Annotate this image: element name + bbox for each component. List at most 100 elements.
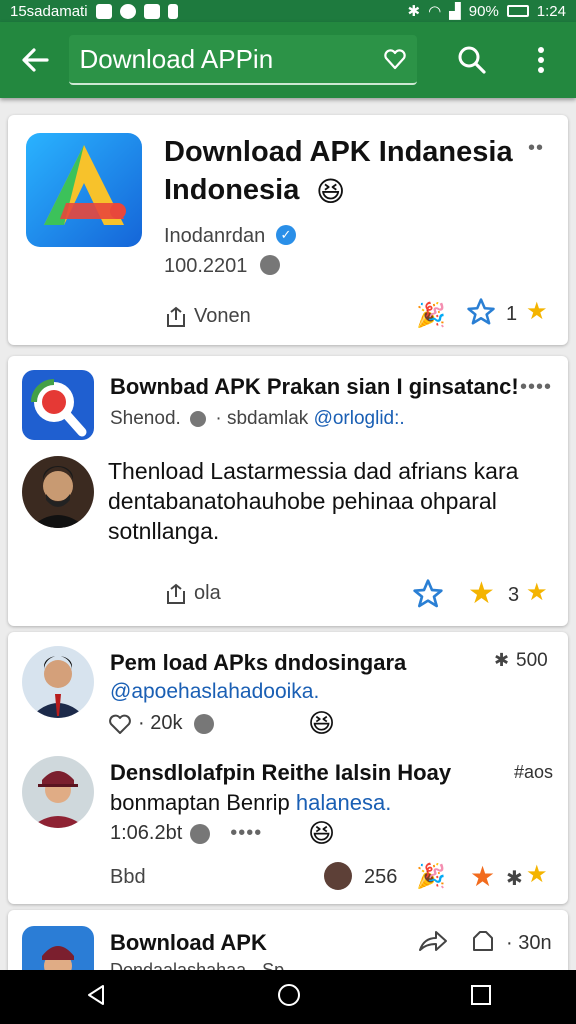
app-number: 100.2201: [164, 255, 248, 277]
triangle-back-icon: [88, 984, 104, 1005]
star-filled-icon[interactable]: ★: [470, 860, 495, 893]
avatar[interactable]: [22, 646, 94, 718]
globe-icon: [260, 255, 280, 275]
search-icon: [458, 46, 486, 74]
emoji-icon[interactable]: 😆: [308, 708, 335, 739]
star-filled-icon: ★: [526, 298, 548, 325]
post-handle[interactable]: @apoehaslahadooika.: [110, 680, 319, 704]
post-menu-icon[interactable]: ••••: [520, 376, 552, 399]
card-menu-icon[interactable]: ••: [528, 137, 544, 160]
forward-icon: [419, 931, 447, 951]
globe-icon: [190, 823, 211, 844]
share-count: · 30n: [506, 932, 552, 954]
post-meta: Shenod. · sbdamlak @orloglid:.: [110, 408, 405, 430]
more-vert-icon: [538, 47, 545, 73]
file-icon: [167, 3, 178, 19]
side-star-icon: ✱: [506, 868, 523, 890]
heart-outline-icon[interactable]: [383, 48, 407, 70]
wifi-icon: ◠: [428, 3, 442, 20]
dots-label: ••••: [230, 822, 263, 844]
sparkle-icon[interactable]: 🎉: [416, 862, 446, 891]
forward-button[interactable]: [418, 928, 448, 959]
meta-handle[interactable]: @orloglid:.: [314, 408, 405, 429]
post-title: Densdlolafpin Reithe Ialsin Hoay: [110, 760, 452, 785]
star-filled-icon[interactable]: ★: [468, 576, 495, 611]
action-label: Vonen: [194, 305, 251, 327]
post-title: Pem load APks dndosingara: [110, 650, 407, 675]
post-title: Bownload APK: [110, 930, 267, 955]
notification-icon: [95, 3, 112, 19]
star-outline-icon: [413, 579, 443, 608]
app-logo-icon[interactable]: [22, 370, 94, 440]
status-bar: 15sadamati ✱ ◠ ▟ 90% 1:24: [0, 0, 576, 22]
signal-icon: ▟: [449, 3, 461, 20]
app-title-line2: Indonesia: [164, 174, 300, 206]
verified-badge-icon: ✓: [276, 225, 296, 245]
like-button[interactable]: · 20k: [108, 712, 215, 735]
battery-percent: 90%: [468, 2, 499, 20]
app-notification-icon: [143, 3, 160, 19]
body-prefix: bonmaptan Benrip: [110, 790, 290, 815]
star-outline-button[interactable]: [412, 578, 444, 615]
side-count: #aos: [514, 762, 554, 782]
share-label: ola: [194, 582, 221, 604]
post-time: 1:06.2bt: [110, 822, 183, 844]
share-icon: [167, 306, 185, 327]
star-outline-icon: [467, 298, 495, 325]
body-handle[interactable]: halanesa.: [296, 790, 391, 815]
post-meta: 1:06.2bt ••••: [110, 822, 262, 845]
footer-label: Bbd: [110, 866, 146, 888]
square-recents-icon: [471, 984, 491, 1005]
laughing-emoji-icon: 😆: [316, 176, 346, 207]
nav-home-button[interactable]: [276, 982, 302, 1013]
avatar[interactable]: [22, 456, 94, 528]
heart-outline-icon: [109, 714, 131, 734]
status-left-text: 15sadamati: [10, 2, 88, 20]
post-list-card: Pem load APks dndosingara ✱ 500 @apoehas…: [8, 632, 568, 904]
post-card[interactable]: Bownbad APK Prakan sian I ginsatanc! •••…: [8, 356, 568, 626]
nav-recents-button[interactable]: [470, 984, 492, 1011]
share-button[interactable]: ola: [164, 582, 221, 605]
search-query: Download APPin: [79, 43, 274, 74]
app-bar: Download APPin: [0, 22, 576, 98]
emoji-icon[interactable]: 😆: [308, 818, 335, 849]
like-count: · 20k: [138, 712, 183, 734]
like-count: 1: [506, 303, 518, 325]
side-count: 500: [516, 650, 548, 671]
avatar[interactable]: [22, 756, 94, 828]
star-outline-button[interactable]: [466, 297, 496, 332]
share-icon: [473, 931, 493, 951]
search-button[interactable]: [437, 22, 506, 98]
publisher-name[interactable]: Inodanrdan: [164, 225, 265, 248]
globe-icon: [190, 410, 207, 427]
sparkle-icon[interactable]: 🎉: [416, 301, 446, 330]
footer-count: 256: [364, 866, 398, 888]
app-card[interactable]: Download APK Indanesia Indonesia 😆 •• In…: [8, 115, 568, 345]
avatar-small[interactable]: [324, 862, 352, 890]
system-nav-bar: [0, 970, 576, 1024]
nav-back-button[interactable]: [84, 983, 108, 1012]
share-icon: [167, 583, 185, 604]
share-button[interactable]: Vonen: [164, 305, 251, 328]
google-icon: [119, 3, 136, 19]
post-body: Thenload Lastarmessia dad afrians kara d…: [108, 458, 519, 544]
back-button[interactable]: [0, 22, 69, 98]
search-input[interactable]: Download APPin: [69, 35, 418, 85]
meta-prefix: Shenod.: [110, 408, 181, 429]
globe-icon: [194, 713, 215, 734]
more-button[interactable]: [507, 22, 576, 98]
bluetooth-icon: ✱: [407, 3, 421, 20]
star-small-icon: ★: [526, 579, 548, 606]
post-body: bonmaptan Benrip halanesa.: [110, 788, 391, 818]
battery-icon: [506, 5, 529, 17]
circle-home-icon: [278, 983, 300, 1006]
side-star-icon: ✱: [494, 650, 510, 670]
app-logo-icon[interactable]: [26, 133, 142, 247]
status-time: 1:24: [536, 2, 566, 20]
app-title: Download APK Indanesia: [164, 136, 513, 168]
star-small-icon: ★: [526, 861, 548, 888]
star-count: 3: [508, 584, 520, 606]
meta-mid: · sbdamlak: [215, 408, 309, 429]
back-arrow-icon: [22, 48, 49, 72]
share-button[interactable]: [470, 928, 498, 959]
